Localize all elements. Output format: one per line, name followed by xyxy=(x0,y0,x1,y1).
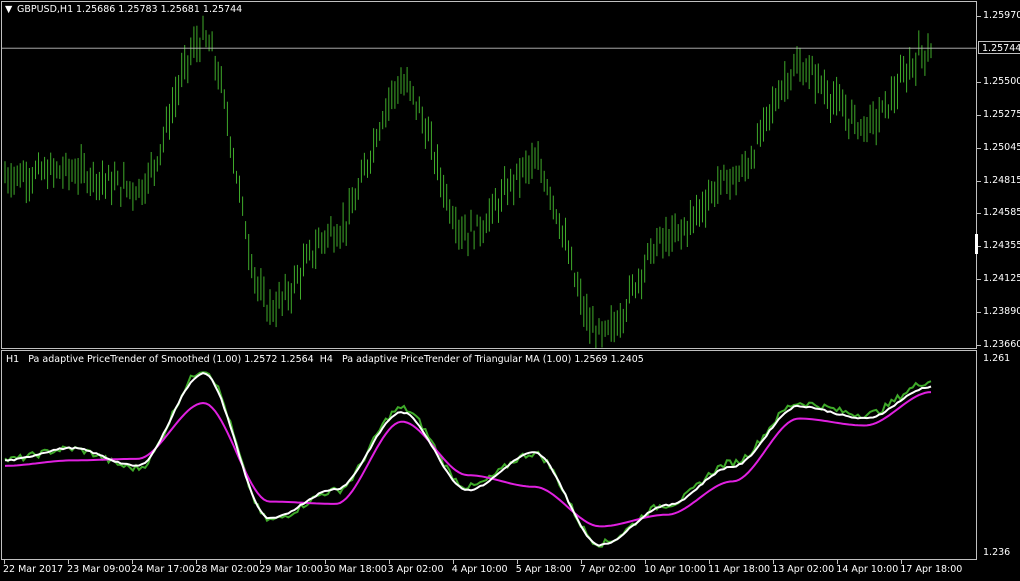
time-axis-tick xyxy=(68,560,70,564)
time-axis-label: 22 Mar 2017 xyxy=(3,564,64,575)
price-axis-tick xyxy=(977,312,981,314)
chart-symbol-timeframe: GBPUSD,H1 xyxy=(17,4,74,15)
time-axis-tick xyxy=(324,560,326,564)
indicator-label: H1 Pa adaptive PriceTrender of Smoothed … xyxy=(6,354,644,365)
price-axis-label: 1.24125 xyxy=(983,273,1020,285)
price-axis-label: 1.24815 xyxy=(983,174,1020,186)
time-axis-tick xyxy=(837,560,839,564)
time-axis-tick xyxy=(516,560,518,564)
price-axis-tick xyxy=(977,213,981,215)
time-axis-tick xyxy=(709,560,711,564)
time-axis-tick xyxy=(773,560,775,564)
indicator-chart[interactable] xyxy=(0,350,976,560)
time-axis-label: 5 Apr 18:00 xyxy=(515,564,572,575)
price-chart[interactable] xyxy=(0,0,976,348)
chart-title-arrow[interactable]: ▼ xyxy=(5,4,12,15)
time-axis-label: 24 Mar 17:00 xyxy=(131,564,195,575)
current-price-label: 1.25744 xyxy=(978,41,1020,54)
time-axis-tick xyxy=(645,560,646,564)
price-axis-tick xyxy=(977,114,981,116)
time-axis-label: 10 Apr 10:00 xyxy=(644,564,706,575)
indicator-axis-top: 1.261 xyxy=(983,353,1011,364)
time-axis-tick xyxy=(196,560,198,564)
chart-shift-marker[interactable] xyxy=(975,234,978,254)
chart-ohlc: 1.25686 1.25783 1.25681 1.25744 xyxy=(76,4,243,15)
time-axis-tick xyxy=(132,560,134,564)
time-axis-label: 13 Apr 02:00 xyxy=(772,564,835,575)
time-axis-tick xyxy=(452,560,454,564)
price-axis-tick xyxy=(977,81,981,83)
indicator-axis-bottom: 1.236 xyxy=(983,547,1011,558)
time-axis-label: 29 Mar 10:00 xyxy=(259,564,323,575)
price-axis-tick xyxy=(977,147,981,149)
price-axis-label: 1.25970 xyxy=(983,10,1020,21)
time-axis-label: 17 Apr 18:00 xyxy=(900,564,963,575)
time-axis-tick xyxy=(580,560,582,564)
time-axis-tick xyxy=(901,560,903,564)
time-axis-tick xyxy=(388,560,390,564)
time-axis-label: 30 Mar 18:00 xyxy=(323,564,387,575)
time-axis-tick xyxy=(260,560,262,564)
price-axis-label: 1.25275 xyxy=(983,108,1020,120)
price-axis-label: 1.24355 xyxy=(983,240,1020,252)
price-axis-label: 1.23660 xyxy=(983,339,1020,350)
time-axis-label: 23 Mar 09:00 xyxy=(67,564,131,575)
price-axis-tick xyxy=(977,16,981,17)
price-axis-label: 1.24585 xyxy=(983,207,1020,219)
price-axis-tick xyxy=(977,345,981,346)
time-axis-tick xyxy=(4,560,5,564)
price-axis-tick xyxy=(977,180,981,182)
time-axis-label: 28 Mar 02:00 xyxy=(195,564,259,575)
time-axis-label: 11 Apr 18:00 xyxy=(708,564,771,575)
time-axis-label: 7 Apr 02:00 xyxy=(579,564,636,575)
indicator-magenta-line xyxy=(4,391,932,528)
indicator-green-line xyxy=(4,371,932,548)
price-axis-tick xyxy=(977,279,981,281)
price-axis-label: 1.23890 xyxy=(983,306,1020,318)
price-axis-label: 1.25045 xyxy=(983,141,1020,153)
indicator-white-line xyxy=(4,372,932,547)
price-axis-label: 1.25500 xyxy=(983,75,1020,87)
time-axis-label: 14 Apr 10:00 xyxy=(836,564,899,575)
time-axis-label: 3 Apr 02:00 xyxy=(387,564,444,575)
time-axis-label: 4 Apr 10:00 xyxy=(451,564,508,575)
